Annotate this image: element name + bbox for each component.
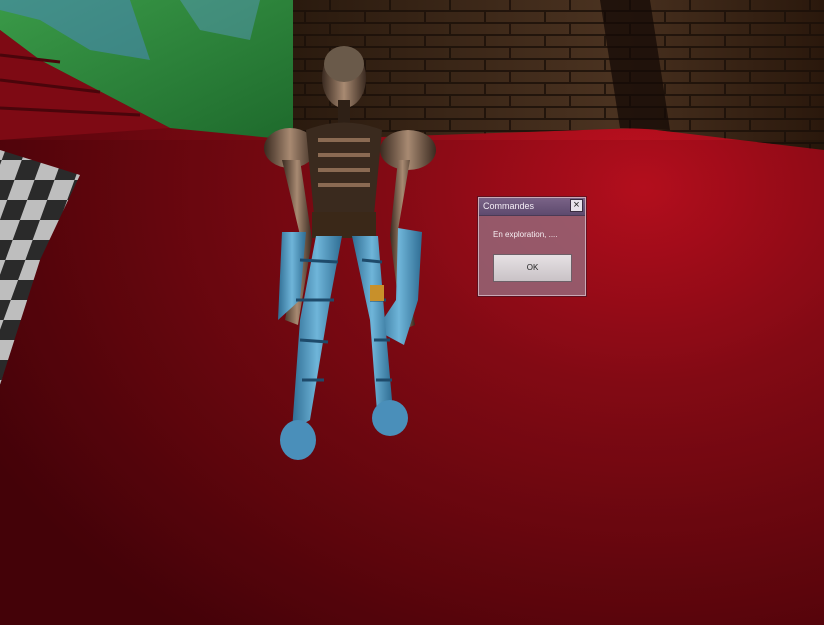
- dialog-title: Commandes: [483, 201, 535, 211]
- game-viewport[interactable]: Commandes × En exploration, .... OK: [0, 0, 824, 625]
- dialog-titlebar[interactable]: Commandes ×: [479, 198, 585, 216]
- dialog-message: En exploration, ....: [493, 230, 558, 239]
- close-icon[interactable]: ×: [570, 199, 583, 212]
- ok-button[interactable]: OK: [493, 254, 572, 282]
- commands-dialog: Commandes × En exploration, .... OK: [478, 197, 586, 296]
- game-scene: [0, 0, 824, 625]
